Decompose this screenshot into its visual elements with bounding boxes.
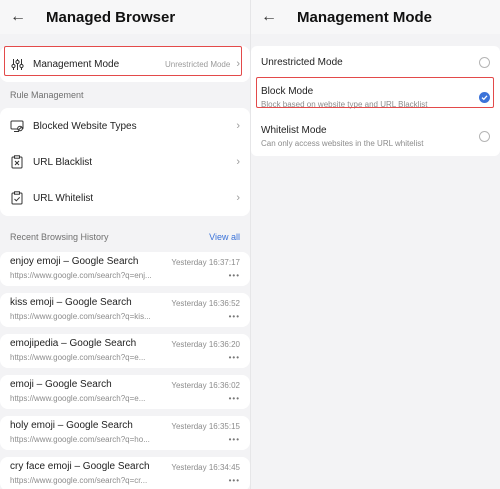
rule-label: Blocked Website Types <box>33 120 137 132</box>
history-item-time: Yesterday 16:36:20 <box>171 340 240 349</box>
history-item-url: https://www.google.com/search?q=kis... <box>10 312 151 321</box>
rule-management-card: Blocked Website Types › URL Blacklist › <box>0 108 250 216</box>
mode-desc: Can only access websites in the URL whit… <box>261 138 424 148</box>
history-header: Recent Browsing History View all <box>0 224 250 250</box>
clipboard-check-icon <box>10 191 24 205</box>
highlight-box <box>4 46 242 76</box>
more-icon[interactable]: ••• <box>229 271 240 280</box>
rule-label: URL Whitelist <box>33 192 94 204</box>
history-item-title: holy emoji – Google Search <box>10 420 133 431</box>
history-list: enjoy emoji – Google Search Yesterday 16… <box>0 250 250 489</box>
view-all-link[interactable]: View all <box>209 232 240 242</box>
history-item-time: Yesterday 16:36:02 <box>171 381 240 390</box>
radio-button[interactable] <box>479 56 490 68</box>
more-icon[interactable]: ••• <box>229 435 240 444</box>
chevron-right-icon: › <box>236 156 240 168</box>
history-item-time: Yesterday 16:35:15 <box>171 422 240 431</box>
history-item-url: https://www.google.com/search?q=ho... <box>10 435 150 444</box>
history-item[interactable]: emojipedia – Google Search Yesterday 16:… <box>0 334 250 368</box>
page-title: Management Mode <box>297 8 433 26</box>
history-title: Recent Browsing History <box>10 232 109 242</box>
more-icon[interactable]: ••• <box>229 476 240 485</box>
more-icon[interactable]: ••• <box>229 394 240 403</box>
history-item-title: emojipedia – Google Search <box>10 338 137 349</box>
mode-text: Whitelist Mode Can only access websites … <box>261 125 479 148</box>
mode-title: Whitelist Mode <box>261 124 327 136</box>
rule-section-label: Rule Management <box>10 90 84 100</box>
mode-title: Unrestricted Mode <box>261 56 343 68</box>
chevron-right-icon: › <box>236 192 240 204</box>
mode-option-unrestricted[interactable]: Unrestricted Mode <box>251 46 500 78</box>
history-item-title: kiss emoji – Google Search <box>10 297 132 308</box>
history-item[interactable]: cry face emoji – Google Search Yesterday… <box>0 457 250 489</box>
history-item[interactable]: emoji – Google Search Yesterday 16:36:02… <box>0 375 250 409</box>
clipboard-x-icon <box>10 155 24 169</box>
rule-item-url-blacklist[interactable]: URL Blacklist › <box>0 144 250 180</box>
history-item-url: https://www.google.com/search?q=e... <box>10 353 146 362</box>
chevron-right-icon: › <box>236 120 240 132</box>
more-icon[interactable]: ••• <box>229 312 240 321</box>
rule-item-url-whitelist[interactable]: URL Whitelist › <box>0 180 250 216</box>
radio-button[interactable] <box>479 130 490 142</box>
history-item[interactable]: holy emoji – Google Search Yesterday 16:… <box>0 416 250 450</box>
history-item-title: cry face emoji – Google Search <box>10 461 150 472</box>
history-item-url: https://www.google.com/search?q=cr... <box>10 476 148 485</box>
header: ← Managed Browser <box>0 0 250 34</box>
history-item-title: emoji – Google Search <box>10 379 112 390</box>
history-item-time: Yesterday 16:37:17 <box>171 258 240 267</box>
history-item[interactable]: enjoy emoji – Google Search Yesterday 16… <box>0 252 250 286</box>
history-item-title: enjoy emoji – Google Search <box>10 256 139 267</box>
rule-label: URL Blacklist <box>33 156 93 168</box>
history-item-time: Yesterday 16:36:52 <box>171 299 240 308</box>
history-item-url: https://www.google.com/search?q=enj... <box>10 271 152 280</box>
back-arrow-icon[interactable]: ← <box>261 8 281 26</box>
mode-text: Unrestricted Mode <box>261 57 479 68</box>
management-mode-panel: ← Management Mode Unrestricted Mode Bloc… <box>250 0 500 489</box>
more-icon[interactable]: ••• <box>229 353 240 362</box>
history-item-url: https://www.google.com/search?q=e... <box>10 394 146 403</box>
managed-browser-panel: ← Managed Browser Management Mode Unrest… <box>0 0 250 489</box>
monitor-block-icon <box>10 119 24 133</box>
header: ← Management Mode <box>251 0 500 34</box>
highlight-box <box>256 77 494 108</box>
history-item-time: Yesterday 16:34:45 <box>171 463 240 472</box>
back-arrow-icon[interactable]: ← <box>10 8 30 26</box>
rule-item-blocked-website-types[interactable]: Blocked Website Types › <box>0 108 250 144</box>
mode-option-whitelist[interactable]: Whitelist Mode Can only access websites … <box>251 116 500 156</box>
page-title: Managed Browser <box>46 8 176 26</box>
history-item[interactable]: kiss emoji – Google Search Yesterday 16:… <box>0 293 250 327</box>
